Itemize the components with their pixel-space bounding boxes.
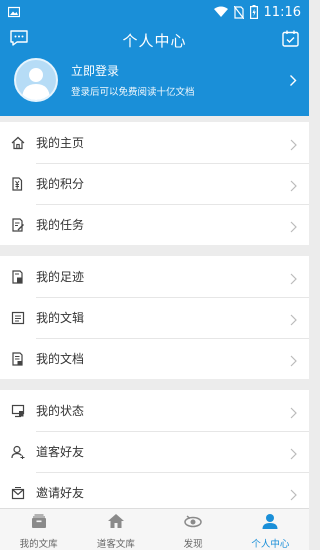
menu-item-my-collections[interactable]: 我的文辑 <box>0 297 309 338</box>
tab-label: 我的文库 <box>19 539 58 550</box>
chevron-right-icon <box>290 270 297 289</box>
login-banner[interactable]: 立即登录 登录后可以免费阅读十亿文档 <box>0 56 309 112</box>
menu-item-my-homepage[interactable]: 我的主页 <box>0 122 309 163</box>
wifi-icon <box>213 6 228 18</box>
tab-my-library[interactable]: 我的文库 <box>0 509 77 550</box>
discover-icon <box>184 513 202 533</box>
document-icon <box>0 351 36 366</box>
friends-icon <box>0 445 36 459</box>
menu-item-my-points[interactable]: 我的积分 <box>0 163 309 204</box>
battery-icon <box>249 5 258 19</box>
chevron-right-icon <box>290 177 297 196</box>
points-icon <box>0 176 36 191</box>
image-notification-icon <box>8 6 20 18</box>
menu-item-my-tasks[interactable]: 我的任务 <box>0 204 309 245</box>
tab-personal-center[interactable]: 个人中心 <box>232 509 309 550</box>
chevron-right-icon <box>290 352 297 371</box>
menu-item-label: 我的任务 <box>36 218 85 232</box>
menu-item-my-documents[interactable]: 我的文档 <box>0 338 309 379</box>
menu-group-2: 我的足迹 我的文辑 我的文档 <box>0 256 309 379</box>
collection-icon <box>0 311 36 325</box>
menu-item-my-status[interactable]: 我的状态 <box>0 390 309 431</box>
page-title: 个人中心 <box>122 32 187 50</box>
home-icon <box>0 136 36 150</box>
person-icon <box>261 513 279 533</box>
tab-label: 道客文库 <box>96 539 135 550</box>
house-icon <box>107 513 125 533</box>
status-bar: 11:16 <box>0 0 309 24</box>
menu-item-friends[interactable]: 道客好友 <box>0 431 309 472</box>
chevron-right-icon <box>289 72 297 91</box>
task-icon <box>0 217 36 232</box>
menu-item-label: 我的文档 <box>36 352 85 366</box>
menu-item-label: 我的足迹 <box>36 270 85 284</box>
footprint-icon <box>0 269 36 284</box>
chevron-right-icon <box>290 445 297 464</box>
chevron-right-icon <box>290 218 297 237</box>
menu-item-label: 我的状态 <box>36 404 85 418</box>
tab-discover[interactable]: 发现 <box>155 509 232 550</box>
chevron-right-icon <box>290 404 297 423</box>
chevron-right-icon <box>290 136 297 155</box>
no-sim-icon <box>233 5 244 19</box>
tab-label: 个人中心 <box>251 539 290 550</box>
profile-header: 个人中心 立即登录 登录后可以免费阅读十亿文档 <box>0 24 309 116</box>
status-icon <box>0 404 36 418</box>
menu-item-label: 我的积分 <box>36 177 85 191</box>
bottom-tab-bar: 我的文库 道客文库 发现 个人中心 <box>0 508 309 550</box>
menu-item-label: 我的文辑 <box>36 311 85 325</box>
menu-group-3: 我的状态 道客好友 邀请好友 <box>0 390 309 513</box>
login-subtitle: 登录后可以免费阅读十亿文档 <box>71 87 195 98</box>
invite-icon <box>0 486 36 500</box>
tab-label: 发现 <box>183 539 203 550</box>
menu-group-1: 我的主页 我的积分 我的任务 <box>0 122 309 245</box>
library-icon <box>30 513 48 533</box>
status-time: 11:16 <box>263 4 301 20</box>
menu-item-my-footprints[interactable]: 我的足迹 <box>0 256 309 297</box>
chevron-right-icon <box>290 311 297 330</box>
menu-item-label: 道客好友 <box>36 445 85 459</box>
login-title[interactable]: 立即登录 <box>71 62 119 79</box>
menu-item-label: 我的主页 <box>36 136 85 150</box>
tab-daoke-library[interactable]: 道客文库 <box>77 509 154 550</box>
chevron-right-icon <box>290 486 297 505</box>
menu-item-label: 邀请好友 <box>36 486 85 500</box>
calendar-checkin-icon[interactable] <box>282 30 299 51</box>
menu-item-invite-friends[interactable]: 邀请好友 <box>0 472 309 513</box>
avatar[interactable] <box>14 58 58 102</box>
